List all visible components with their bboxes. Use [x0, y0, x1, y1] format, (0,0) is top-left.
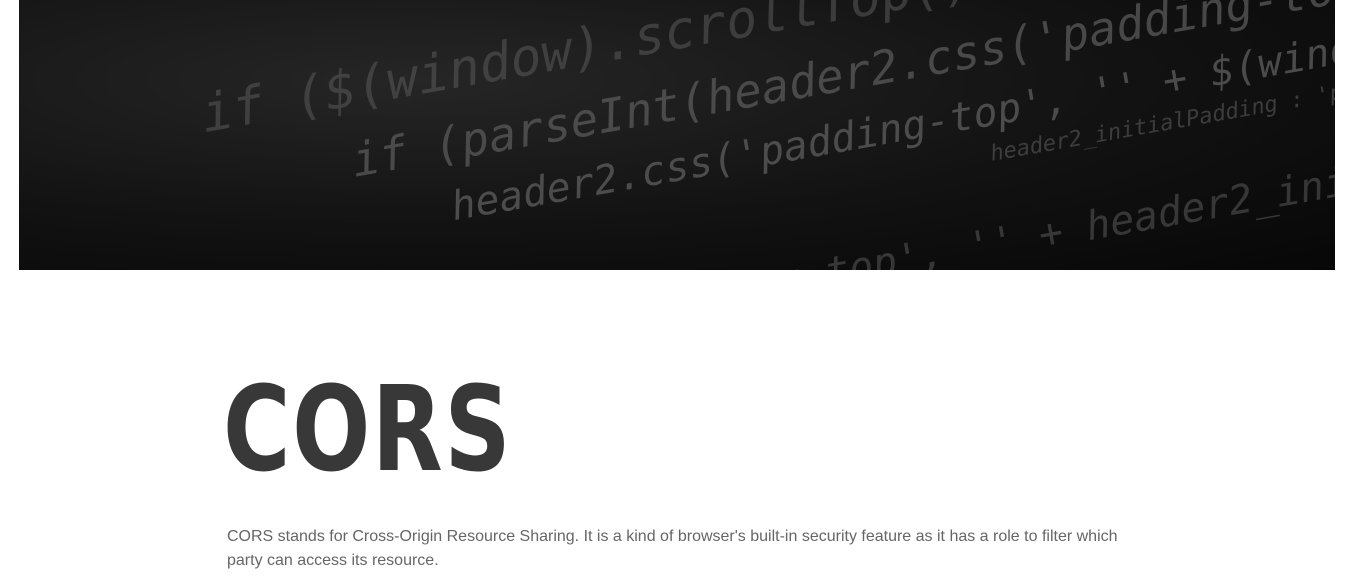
page-title: CORS — [223, 360, 513, 498]
article-paragraph: CORS stands for Cross-Origin Resource Sh… — [227, 528, 1118, 569]
code-background-graphic: if ($(window).scrollTop() if (parseInt(h… — [197, 0, 1335, 270]
hero-banner-image: if ($(window).scrollTop() if (parseInt(h… — [19, 0, 1335, 270]
